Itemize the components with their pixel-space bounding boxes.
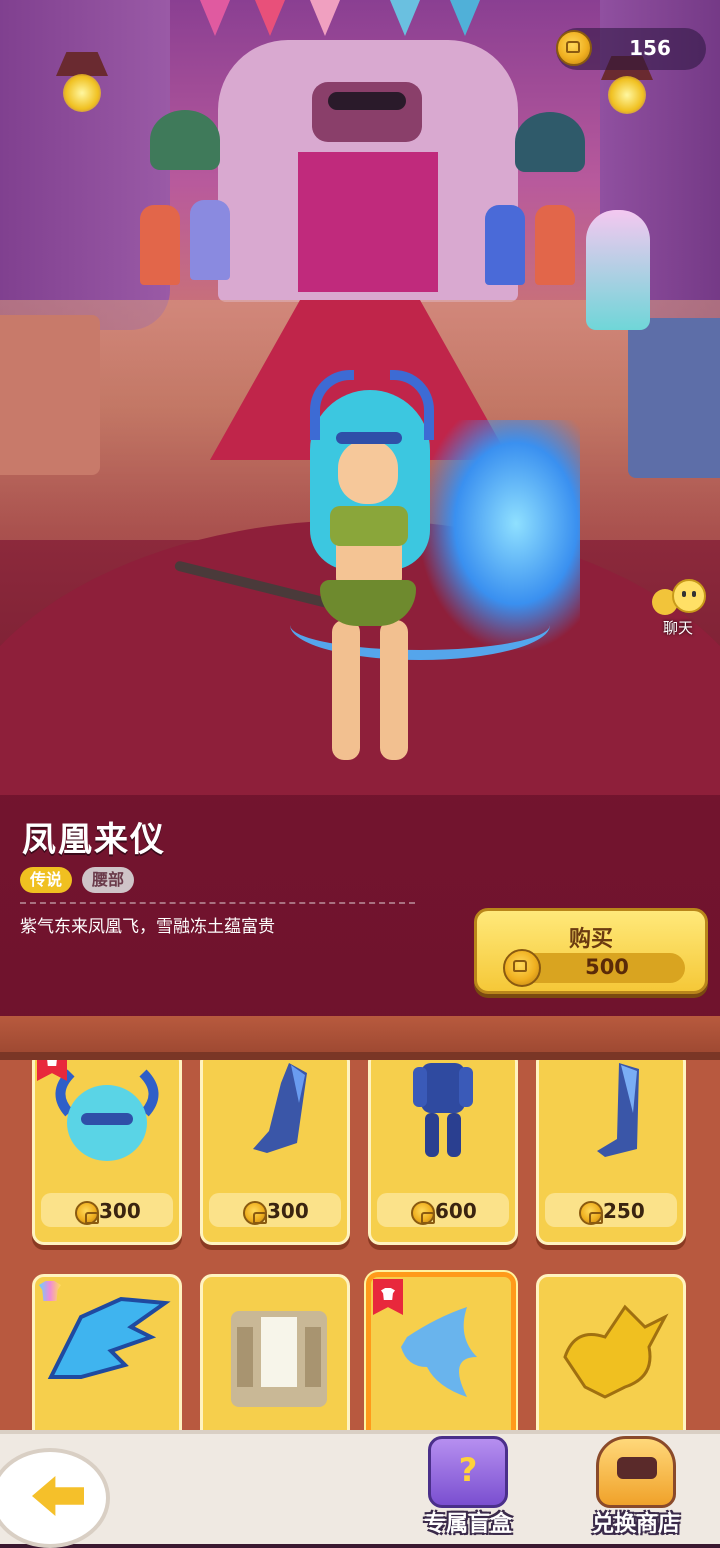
mannequin bbox=[140, 205, 180, 285]
armored-boot-icon bbox=[209, 1060, 341, 1171]
shop-item-card[interactable]: 250 bbox=[536, 1060, 686, 1245]
back-arrow-icon bbox=[32, 1476, 84, 1516]
shop-item-card[interactable]: 300 bbox=[200, 1060, 350, 1245]
shop-item-card[interactable] bbox=[200, 1274, 350, 1430]
dragon-wings-icon bbox=[41, 1287, 173, 1405]
chat-label: 聊天 bbox=[662, 619, 693, 637]
buy-label: 购买 bbox=[568, 927, 613, 952]
character-face bbox=[338, 440, 398, 504]
character-leg bbox=[380, 620, 408, 760]
chat-button[interactable]: 聊天 bbox=[648, 575, 708, 645]
headband bbox=[336, 432, 402, 444]
phoenix-icon bbox=[377, 1297, 509, 1415]
shop-item-card-selected[interactable] bbox=[366, 1272, 516, 1430]
mannequin bbox=[535, 205, 575, 285]
shop-item-card[interactable]: 600 bbox=[368, 1060, 518, 1245]
mannequin bbox=[485, 205, 525, 285]
shelf-edge bbox=[0, 1016, 720, 1060]
shop-item-price: 600 bbox=[435, 1199, 477, 1223]
bunting-flag bbox=[200, 0, 230, 36]
gold-coin-icon bbox=[579, 1201, 603, 1225]
exchange-shop-label: 兑换商店 bbox=[591, 1512, 680, 1537]
smiley-icon bbox=[672, 579, 706, 613]
golden-dragon-icon bbox=[545, 1297, 677, 1415]
bunting-flag bbox=[255, 0, 285, 36]
temple-scene-icon bbox=[209, 1307, 341, 1425]
buy-button[interactable]: 购买 500 bbox=[474, 908, 708, 994]
shop-item-price: 300 bbox=[99, 1199, 141, 1223]
display-table bbox=[0, 315, 100, 475]
shop-item-price: 250 bbox=[603, 1199, 645, 1223]
character-leg bbox=[332, 620, 360, 760]
currency-display[interactable]: 156 bbox=[556, 28, 706, 70]
bunting-flag bbox=[310, 0, 340, 36]
blind-box-label: 专属盲盒 bbox=[423, 1512, 512, 1537]
gold-coin-icon bbox=[243, 1201, 267, 1225]
player-character[interactable] bbox=[300, 370, 440, 780]
character-top bbox=[330, 506, 408, 546]
blind-box-icon bbox=[428, 1436, 508, 1508]
palm-tree bbox=[150, 110, 220, 170]
slot-badge: 腰部 bbox=[82, 867, 135, 893]
gold-coin-icon bbox=[411, 1201, 435, 1225]
gate-door bbox=[298, 152, 438, 292]
gate-sunglasses bbox=[328, 92, 406, 110]
exchange-shop-icon bbox=[596, 1436, 676, 1508]
currency-amount: 156 bbox=[629, 36, 671, 60]
blind-box-button[interactable]: 专属盲盒 bbox=[408, 1432, 528, 1540]
shop-grid[interactable]: 300 300 600 250 bbox=[0, 1060, 720, 1430]
mannequin bbox=[190, 200, 230, 280]
tall-boot-icon bbox=[545, 1060, 677, 1171]
exchange-shop-button[interactable]: 兑换商店 bbox=[576, 1432, 696, 1540]
palm-tree bbox=[515, 112, 585, 172]
gold-coin-icon bbox=[75, 1201, 99, 1225]
gold-coin-icon bbox=[556, 30, 592, 66]
bunting-flag bbox=[450, 0, 480, 36]
item-description: 紫气东来凤凰飞，雪融冻土蕴富贵 bbox=[20, 917, 275, 937]
left-horn bbox=[310, 370, 354, 440]
dashed-divider bbox=[20, 902, 415, 904]
shop-item-card[interactable]: 300 bbox=[32, 1060, 182, 1245]
bunny-statue bbox=[586, 210, 650, 330]
bunting-flag bbox=[390, 0, 420, 36]
rarity-badge: 传说 bbox=[20, 867, 73, 893]
gate-face bbox=[312, 82, 422, 142]
shop-item-card[interactable] bbox=[32, 1274, 182, 1430]
shop-item-price: 300 bbox=[267, 1199, 309, 1223]
display-table bbox=[628, 318, 720, 478]
right-horn bbox=[390, 370, 434, 440]
lamp-icon bbox=[608, 76, 646, 114]
character-skirt bbox=[320, 580, 416, 626]
buy-price: 500 bbox=[585, 955, 629, 979]
shop-item-card[interactable] bbox=[536, 1274, 686, 1430]
armor-suit-icon bbox=[377, 1060, 509, 1171]
item-name: 凤凰来仪 bbox=[22, 820, 166, 860]
lamp-icon bbox=[63, 74, 101, 112]
gold-coin-icon bbox=[503, 949, 541, 987]
